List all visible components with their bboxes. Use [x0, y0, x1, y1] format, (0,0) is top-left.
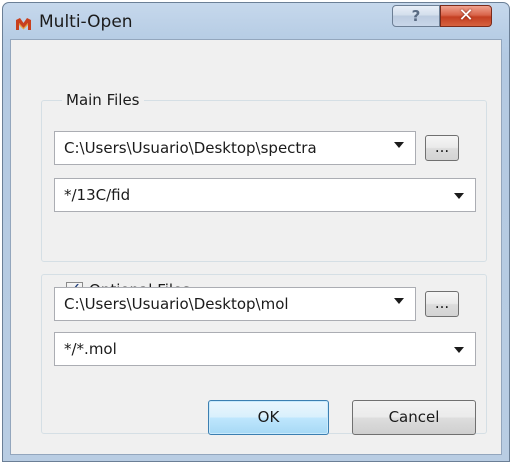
main-pattern-value: */13C/fid [64, 186, 131, 204]
main-folder-combobox[interactable]: C:\Users\Usuario\Desktop\spectra [54, 131, 416, 165]
ellipsis-icon: ... [434, 294, 450, 312]
main-browse-button[interactable]: ... [425, 135, 459, 161]
cancel-button[interactable]: Cancel [352, 400, 476, 435]
window-title: Multi-Open [39, 12, 133, 32]
multi-open-dialog: Multi-Open ? ✕ Main Files C:\Users\Usuar… [2, 2, 510, 462]
title-bar[interactable]: Multi-Open ? ✕ [3, 3, 509, 41]
mnova-icon [16, 18, 31, 30]
close-icon: ✕ [458, 5, 474, 26]
dialog-body: Main Files C:\Users\Usuario\Desktop\spec… [10, 39, 502, 455]
main-folder-value: C:\Users\Usuario\Desktop\spectra [64, 139, 317, 157]
chevron-down-icon[interactable] [454, 347, 464, 353]
help-icon: ? [411, 7, 421, 25]
chevron-down-icon[interactable] [394, 142, 404, 148]
ok-button[interactable]: OK [208, 400, 329, 435]
chevron-down-icon[interactable] [394, 298, 404, 304]
chevron-down-icon[interactable] [454, 193, 464, 199]
optional-pattern-combobox[interactable]: */*.mol [54, 332, 476, 366]
optional-folder-combobox[interactable]: C:\Users\Usuario\Desktop\mol [54, 287, 416, 321]
optional-browse-button[interactable]: ... [425, 291, 459, 317]
main-pattern-combobox[interactable]: */13C/fid [54, 178, 476, 212]
main-files-label: Main Files [62, 91, 144, 109]
help-button[interactable]: ? [392, 5, 440, 27]
optional-folder-value: C:\Users\Usuario\Desktop\mol [64, 295, 289, 313]
optional-pattern-value: */*.mol [64, 340, 117, 358]
close-button[interactable]: ✕ [440, 5, 492, 27]
ellipsis-icon: ... [434, 138, 450, 156]
